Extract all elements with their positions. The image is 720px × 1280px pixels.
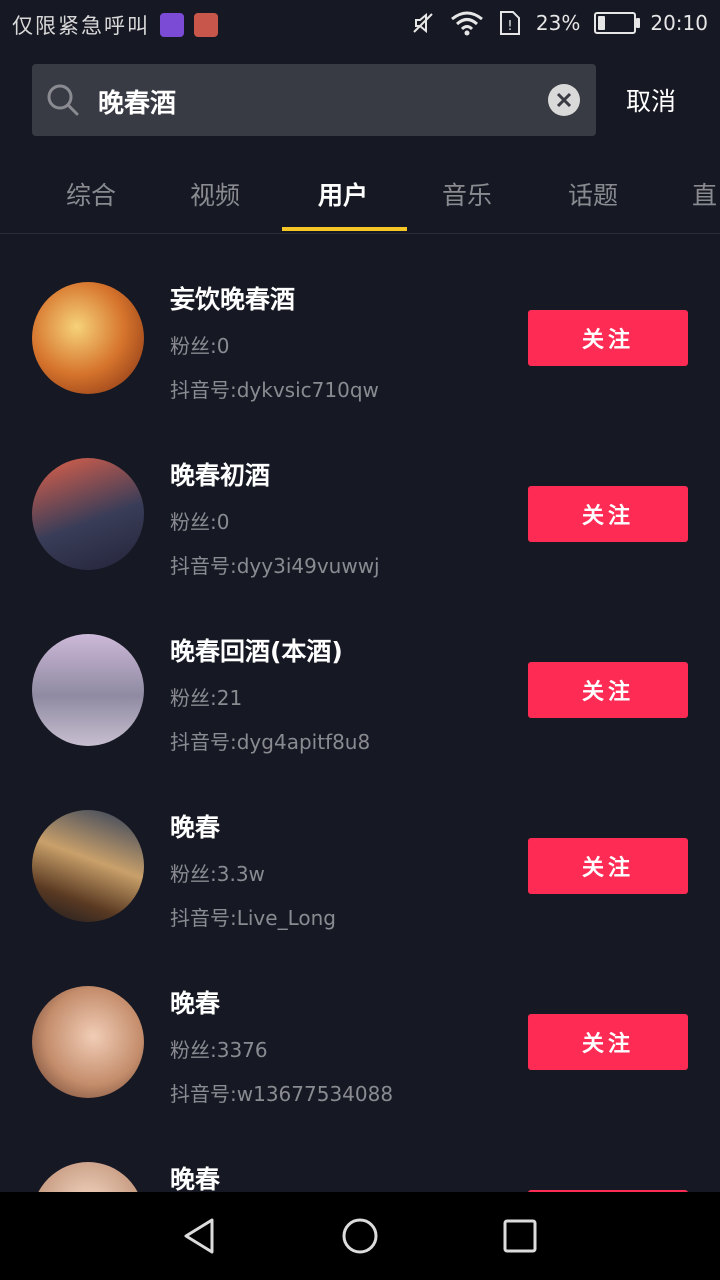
list-item[interactable]: 晚春回酒(本酒) 粉丝:21 抖音号:dyg4apitf8u8 关注 (0, 634, 720, 810)
gallery-notification-icon (160, 13, 184, 37)
user-fans: 粉丝:21 (170, 686, 243, 710)
user-fans: 粉丝:3376 (170, 1038, 268, 1062)
user-douyin-id: 抖音号:dyg4apitf8u8 (170, 730, 371, 754)
avatar[interactable] (32, 986, 144, 1098)
search-icon (47, 84, 79, 116)
svg-text:!: ! (507, 19, 512, 34)
active-tab-indicator (282, 227, 407, 231)
tab-live[interactable]: 直 (692, 176, 717, 212)
list-item[interactable]: 晚春 粉丝:3376 抖音号:w13677534088 关注 (0, 986, 720, 1162)
list-item[interactable]: 晚春初酒 粉丝:0 抖音号:dyy3i49vuwwj 关注 (0, 458, 720, 634)
home-icon[interactable] (340, 1216, 380, 1256)
user-name: 晚春初酒 (170, 461, 271, 490)
user-fans: 粉丝:0 (170, 510, 230, 534)
wifi-icon (450, 11, 483, 36)
follow-button[interactable]: 关注 (528, 486, 688, 542)
follow-button[interactable]: 关注 (528, 838, 688, 894)
avatar[interactable] (32, 282, 144, 394)
user-douyin-id: 抖音号:Live_Long (170, 906, 336, 930)
user-fans: 粉丝:0 (170, 334, 230, 358)
list-item[interactable]: 晚春 (0, 1162, 720, 1192)
list-item[interactable]: 晚春 粉丝:3.3w 抖音号:Live_Long 关注 (0, 810, 720, 986)
mute-icon (413, 12, 433, 34)
user-name: 晚春 (170, 1165, 221, 1192)
clock: 20:10 (650, 11, 708, 35)
status-bar: 仅限紧急呼叫 ! 23% 20:10 (0, 0, 720, 50)
tab-music[interactable]: 音乐 (442, 176, 492, 212)
battery-icon (594, 12, 641, 34)
close-icon (556, 92, 572, 108)
avatar[interactable] (32, 1162, 144, 1192)
back-icon[interactable] (180, 1216, 220, 1256)
clear-search-button[interactable] (548, 84, 580, 116)
user-douyin-id: 抖音号:dykvsic710qw (170, 378, 379, 402)
avatar[interactable] (32, 810, 144, 922)
huawei-app-icon (194, 13, 218, 37)
user-name: 妄饮晚春酒 (170, 285, 296, 314)
user-fans: 粉丝:3.3w (170, 862, 265, 886)
user-name: 晚春 (170, 989, 221, 1018)
battery-percent: 23% (535, 11, 581, 35)
carrier-label: 仅限紧急呼叫 (12, 14, 150, 38)
user-name: 晚春 (170, 813, 221, 842)
list-item[interactable]: 妄饮晚春酒 粉丝:0 抖音号:dykvsic710qw 关注 (0, 282, 720, 458)
tab-videos[interactable]: 视频 (190, 176, 240, 212)
user-name: 晚春回酒(本酒) (170, 637, 343, 666)
avatar[interactable] (32, 458, 144, 570)
user-douyin-id: 抖音号:dyy3i49vuwwj (170, 554, 380, 578)
system-nav-bar (0, 1192, 720, 1280)
tab-users[interactable]: 用户 (318, 176, 368, 212)
user-list: 妄饮晚春酒 粉丝:0 抖音号:dykvsic710qw 关注 晚春初酒 粉丝:0… (0, 282, 720, 1192)
avatar[interactable] (32, 634, 144, 746)
user-douyin-id: 抖音号:w13677534088 (170, 1082, 394, 1106)
follow-button[interactable]: 关注 (528, 662, 688, 718)
tab-comprehensive[interactable]: 综合 (66, 176, 116, 212)
follow-button[interactable]: 关注 (528, 310, 688, 366)
sim-icon: ! (499, 11, 520, 35)
search-input[interactable] (96, 64, 530, 138)
cancel-button[interactable]: 取消 (626, 82, 676, 118)
tab-topics[interactable]: 话题 (568, 176, 618, 212)
search-result-tabs: 综合 视频 用户 音乐 话题 直 (0, 150, 720, 234)
follow-button[interactable]: 关注 (528, 1014, 688, 1070)
recents-icon[interactable] (500, 1216, 540, 1256)
search-bar[interactable] (32, 64, 596, 138)
